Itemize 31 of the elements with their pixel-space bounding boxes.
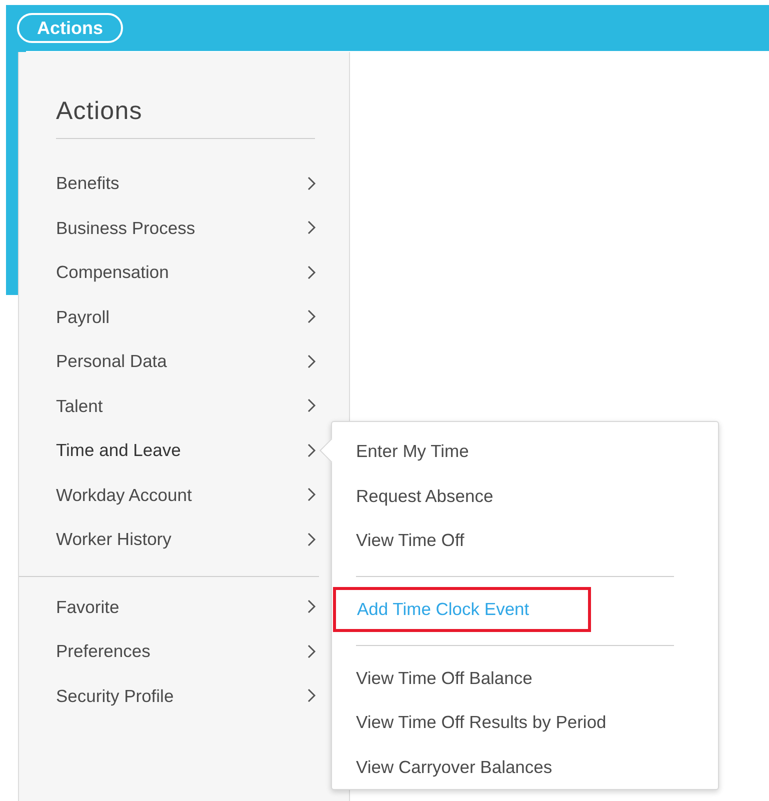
submenu-item[interactable]: View Time Off Results by Period xyxy=(332,700,718,744)
chevron-right-icon xyxy=(307,264,316,280)
menu-item[interactable]: Compensation xyxy=(56,250,316,294)
chevron-right-icon xyxy=(307,220,316,236)
menu-item[interactable]: Personal Data xyxy=(56,339,316,384)
submenu-item[interactable]: Request Absence xyxy=(332,474,718,518)
menu-item[interactable]: Preferences xyxy=(56,629,316,674)
chevron-right-icon xyxy=(307,599,316,614)
chevron-right-icon xyxy=(307,532,316,547)
menu-item[interactable]: Talent xyxy=(56,384,316,428)
menu-item[interactable]: Worker History xyxy=(56,517,316,562)
chevron-right-icon xyxy=(307,398,316,414)
chevron-right-icon xyxy=(307,354,316,369)
menu-item[interactable]: Security Profile xyxy=(56,674,316,718)
chevron-right-icon xyxy=(307,487,316,502)
chevron-right-icon xyxy=(307,688,316,704)
chevron-right-icon xyxy=(307,309,316,324)
menu-item[interactable]: Payroll xyxy=(56,294,316,339)
menu-item[interactable]: Favorite xyxy=(56,584,316,629)
submenu-item[interactable]: View Carryover Balances xyxy=(332,744,718,789)
menu-item[interactable]: Time and Leave xyxy=(56,428,316,472)
chevron-right-icon xyxy=(307,176,316,191)
submenu-item[interactable]: View Time Off xyxy=(332,518,718,562)
chevron-right-icon xyxy=(307,644,316,659)
chevron-right-icon xyxy=(307,442,316,458)
submenu-item[interactable]: View Time Off Balance xyxy=(332,656,718,700)
menu-item[interactable]: Workday Account xyxy=(56,472,316,517)
menu-item[interactable]: Benefits xyxy=(56,161,316,206)
menu-item[interactable]: Business Process xyxy=(56,206,316,250)
submenu-item[interactable]: Enter My Time xyxy=(332,429,718,474)
menu-title: Actions xyxy=(56,96,142,128)
